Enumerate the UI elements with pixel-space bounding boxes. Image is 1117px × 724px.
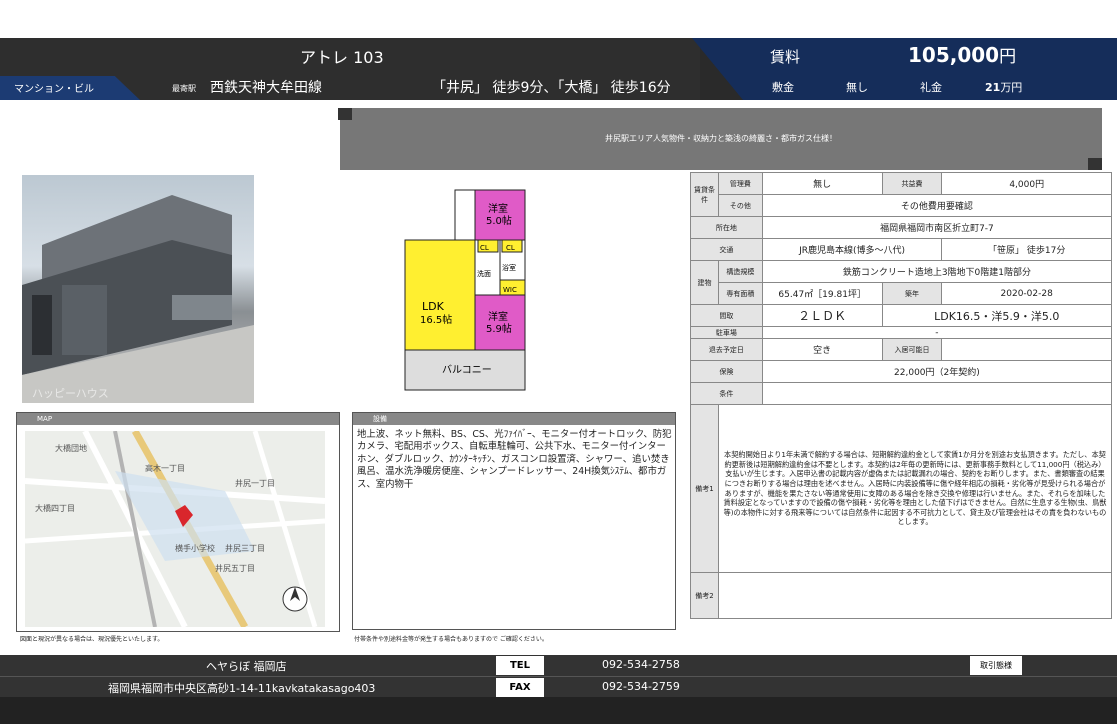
equipment-list: 地上波、ネット無料、BS、CS、光ﾌｧｲﾊﾞｰ、モニター付オートロック、防犯カメ… — [357, 429, 672, 490]
ldk-size: 16.5帖 — [420, 313, 452, 326]
layout-label: 間取 — [690, 304, 763, 327]
map-place-4: 高木一丁目 — [145, 463, 185, 473]
insurance-value: 22,000円（2年契約) — [761, 360, 1113, 383]
other-fee-label: その他 — [717, 194, 763, 217]
map-place-2: 井尻一丁目 — [235, 478, 275, 488]
closet-label-2: CL — [506, 244, 515, 252]
fax-number: 092-534-2759 — [602, 680, 680, 693]
bath-label: 浴室 — [502, 263, 516, 272]
company-name: ヘヤらぼ 福岡店 — [206, 660, 287, 673]
map-place-7: 横手小学校 — [175, 543, 215, 553]
fax-label: FAX — [496, 678, 544, 697]
area-value: 65.47㎡［19.81坪］ — [761, 282, 883, 305]
transport-walk: 「笹原」 徒歩17分 — [941, 238, 1112, 261]
rent-box — [692, 38, 1117, 100]
area-label: 専有面積 — [717, 282, 763, 305]
plan-note: 図面と現況が異なる場合は、現況優先といたします。 — [20, 636, 164, 643]
building-photo-illustration: ハッピーハウス — [22, 195, 254, 403]
common-fee-value: 4,000円 — [941, 172, 1112, 195]
banner-corner-br — [1088, 158, 1102, 170]
leave-date-label: 退去予定日 — [690, 338, 763, 361]
equipment-box: 設備 地上波、ネット無料、BS、CS、光ﾌｧｲﾊﾞｰ、モニター付オートロック、防… — [352, 412, 676, 630]
balcony-label: バルコニー — [442, 364, 492, 376]
common-fee-label: 共益費 — [881, 172, 943, 195]
remarks1-label: 備考1 — [690, 404, 719, 573]
tel-label: TEL — [496, 656, 544, 675]
mgmt-fee-value: 無し — [761, 172, 883, 195]
map-place-3: 大橋四丁目 — [35, 503, 75, 513]
footer-row-2: 福岡県福岡市中央区高砂1-14-11kavkatakasago403 FAX 0… — [0, 676, 1117, 697]
footer: ヘヤらぼ 福岡店 TEL 092-534-2758 取引態様 福岡県福岡市中央区… — [0, 655, 1117, 697]
key-money-value: 21万円 — [985, 81, 1023, 94]
layout-detail: LDK16.5・洋5.9・洋5.0 — [881, 304, 1113, 327]
remarks1-text: 本契約開始日より1年未満で解約する場合は、短期解約違約金として家賃1か月分を別途… — [717, 404, 1113, 573]
company-address: 福岡県福岡市中央区高砂1-14-11kavkatakasago403 — [108, 682, 376, 695]
map-area[interactable]: 大橋団地 井尻一丁目 大橋四丁目 高木一丁目 井尻三丁目 井尻五丁目 横手小学校 — [25, 431, 325, 627]
map-frame: MAP 大橋団地 井尻一丁目 大橋四丁目 高木一丁目 井尻三丁目 井尻五丁目 横… — [16, 412, 340, 632]
equipment-note: 付帯条件や別途料金等が発生する場合もありますので ご確認ください。 — [354, 636, 548, 643]
room2-label: 洋室 — [488, 310, 508, 323]
bottom-bar — [0, 697, 1117, 724]
listing-header: アトレ 103 マンション・ビル 最寄駅 西鉄天神大牟田線 「井尻」 徒歩9分、… — [0, 38, 1117, 100]
map-place-1: 大橋団地 — [55, 443, 87, 453]
svg-text:ハッピーハウス: ハッピーハウス — [32, 387, 109, 400]
structure-label: 構造規模 — [717, 260, 763, 283]
wash-label: 洗面 — [477, 269, 491, 278]
banner-corner-tl — [338, 108, 352, 120]
station-line: 西鉄天神大牟田線 — [210, 80, 322, 96]
map-place-6: 井尻五丁目 — [215, 563, 255, 573]
room1-size: 5.0帖 — [486, 214, 512, 227]
category-tag: マンション・ビル — [14, 84, 94, 95]
age-label: 築年 — [881, 282, 943, 305]
building-photo: ハッピーハウス — [22, 175, 254, 403]
footer-row-1: ヘヤらぼ 福岡店 TEL 092-534-2758 取引態様 — [0, 655, 1117, 676]
key-money-label: 礼金 — [920, 81, 942, 94]
other-fee-value: その他費用要確認 — [761, 194, 1113, 217]
tel-number[interactable]: 092-534-2758 — [602, 658, 680, 671]
building-label: 建物 — [690, 260, 719, 305]
spec-table: 賃貸条件 管理費 無し 共益費 4,000円 その他 その他費用要確認 所在地 … — [690, 172, 1113, 619]
parking-value: - — [761, 326, 1113, 339]
map-heading: MAP — [17, 413, 339, 425]
remarks2-text — [717, 572, 1113, 619]
catch-banner: 井尻駅エリア人気物件・収納力と築浅の綺麗さ・都市ガス仕様！ — [340, 108, 1102, 170]
transport-value: JR鹿児島本線(博多～八代) — [761, 238, 943, 261]
wic-label: WIC — [503, 286, 517, 294]
map-place-5: 井尻三丁目 — [225, 543, 265, 553]
floor-plan: 洋室 5.0帖 LDK 16.5帖 洋室 5.9帖 CL CL WIC 浴室 洗… — [400, 180, 530, 392]
conditions-label: 賃貸条件 — [690, 172, 719, 217]
insurance-label: 保険 — [690, 360, 763, 383]
property-title: アトレ 103 — [300, 48, 384, 67]
mgmt-fee-label: 管理費 — [717, 172, 763, 195]
map-drawing: 大橋団地 井尻一丁目 大橋四丁目 高木一丁目 井尻三丁目 井尻五丁目 横手小学校 — [25, 431, 325, 627]
station-label: 最寄駅 — [172, 84, 196, 93]
deposit-label: 敷金 — [772, 81, 794, 94]
address-label: 所在地 — [690, 216, 763, 239]
station-walk: 「井尻」 徒歩9分、「大橋」 徒歩16分 — [432, 80, 671, 96]
conditions2-label: 条件 — [690, 382, 763, 405]
conditions2-value — [761, 382, 1113, 405]
structure-value: 鉄筋コンクリート造地上3階地下0階建1階部分 — [761, 260, 1113, 283]
rent-label: 賃料 — [770, 48, 801, 66]
transport-label: 交通 — [690, 238, 763, 261]
deposit-value: 無し — [846, 81, 868, 94]
address-value: 福岡県福岡市南区折立町7-7 — [761, 216, 1113, 239]
move-in-value — [941, 338, 1112, 361]
rent-value: 105,000円 — [908, 43, 1017, 67]
room1-label: 洋室 — [488, 202, 508, 215]
leave-date-value: 空き — [761, 338, 883, 361]
floor-plan-drawing: 洋室 5.0帖 LDK 16.5帖 洋室 5.9帖 CL CL WIC 浴室 洗… — [404, 189, 526, 391]
closet-label-1: CL — [480, 244, 489, 252]
room2-size: 5.9帖 — [486, 322, 512, 335]
layout-value: ２ＬＤＫ — [761, 304, 883, 327]
ldk-label: LDK — [422, 300, 445, 313]
age-value: 2020-02-28 — [941, 282, 1112, 305]
remarks2-label: 備考2 — [690, 572, 719, 619]
move-in-label: 入居可能日 — [881, 338, 943, 361]
equipment-heading: 設備 — [353, 413, 675, 425]
parking-label: 駐車場 — [690, 326, 763, 339]
transaction-type-label: 取引態様 — [970, 656, 1022, 675]
